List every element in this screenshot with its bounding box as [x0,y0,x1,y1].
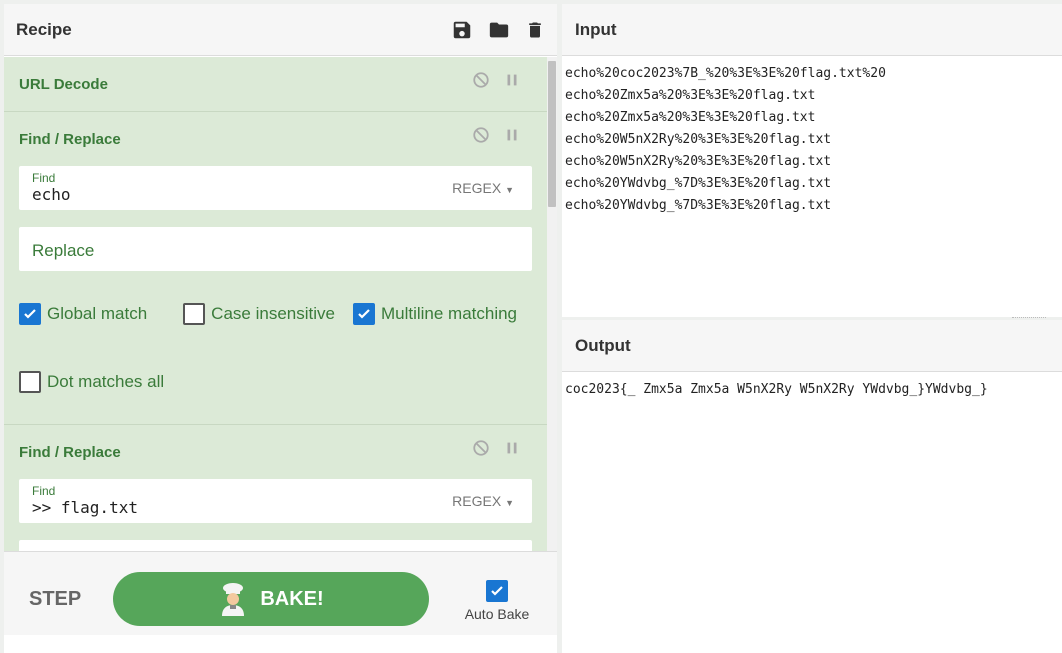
dot-matches-all-option[interactable]: Dot matches all [19,371,164,393]
save-icon[interactable] [451,19,473,41]
global-match-option[interactable]: Global match [19,303,147,325]
recipe-operations: URL Decode Find / Replace Find echo REGE… [4,57,547,551]
disable-icon[interactable] [472,126,490,149]
operation-header: Find / Replace [4,425,547,479]
operation-controls [472,71,521,94]
checkbox-checked-icon[interactable] [19,303,41,325]
recipe-title: Recipe [16,19,72,39]
find-value[interactable]: echo [32,185,71,204]
input-line: echo%20YWdvbg_%7D%3E%3E%20flag.txt [565,176,832,191]
input-line: echo%20Zmx5a%20%3E%3E%20flag.txt [565,88,816,103]
breakpoint-icon[interactable] [503,439,521,462]
input-title: Input [575,19,617,39]
recipe-toolbar [451,19,545,41]
find-label: Find [32,171,56,185]
operation-title: Find / Replace [19,130,121,148]
checkbox-unchecked-icon[interactable] [19,371,41,393]
input-line: echo%20Zmx5a%20%3E%3E%20flag.txt [565,110,816,125]
chef-icon [222,583,245,616]
recipe-panel: Recipe URL Decode Find / Replace Find ec… [4,4,557,653]
input-line: echo%20W5nX2Ry%20%3E%3E%20flag.txt [565,154,832,169]
replace-placeholder: Replace [32,241,95,260]
input-line: echo%20coc2023%7B_%20%3E%3E%20flag.txt%2… [565,66,886,81]
output-header: Output [562,320,1062,372]
trash-icon[interactable] [525,19,545,41]
input-line: echo%20YWdvbg_%7D%3E%3E%20flag.txt [565,198,832,213]
input-panel: Input echo%20coc2023%7B_%20%3E%3E%20flag… [562,4,1062,317]
find-field[interactable]: Find >> flag.txt REGEX ▼ [19,479,532,523]
recipe-header: Recipe [4,4,557,56]
find-mode-dropdown[interactable]: REGEX ▼ [452,180,514,196]
bake-bar: STEP BAKE! Auto Bake [4,551,557,635]
operation-controls [472,126,521,149]
input-textarea[interactable]: echo%20coc2023%7B_%20%3E%3E%20flag.txt%2… [562,56,1062,224]
find-label: Find [32,484,56,498]
find-field[interactable]: Find echo REGEX ▼ [19,166,532,210]
disable-icon[interactable] [472,439,490,462]
operation-controls [472,439,521,462]
operation-url-decode[interactable]: URL Decode [4,57,547,112]
operation-find-replace[interactable]: Find / Replace Find echo REGEX ▼ Replace… [4,112,547,425]
dot-matches-all-label: Dot matches all [47,372,165,391]
global-match-label: Global match [47,304,148,323]
multiline-matching-option[interactable]: Multiline matching [352,303,518,325]
cyberchef-app: Recipe URL Decode Find / Replace Find ec… [0,0,1062,653]
caret-down-icon: ▼ [505,498,514,508]
step-button[interactable]: STEP [29,588,81,611]
replace-field[interactable] [19,540,532,551]
recipe-scrollbar[interactable] [547,57,557,551]
checkbox-unchecked-icon[interactable] [183,303,206,325]
operation-title: Find / Replace [19,443,121,461]
operation-header: Find / Replace [4,112,547,166]
options-row-1: Global match Case insensitive Multiline … [4,303,547,325]
breakpoint-icon[interactable] [503,126,521,149]
caret-down-icon: ▼ [505,185,514,195]
case-insensitive-option[interactable]: Case insensitive [183,303,335,325]
case-insensitive-label: Case insensitive [211,304,335,323]
input-line: echo%20W5nX2Ry%20%3E%3E%20flag.txt [565,132,832,147]
scrollbar-thumb[interactable] [548,61,556,207]
multiline-matching-label: Multiline matching [380,304,518,323]
output-text[interactable]: coc2023{_ Zmx5a Zmx5a W5nX2Ry W5nX2Ry YW… [562,372,1062,408]
checkbox-checked-icon[interactable] [486,580,508,602]
disable-icon[interactable] [472,71,490,94]
output-title: Output [575,335,631,355]
bake-label: BAKE! [260,587,324,610]
find-mode-label: REGEX [452,180,502,196]
input-header: Input [562,4,1062,56]
operation-title: URL Decode [19,75,108,93]
operation-header: URL Decode [4,57,547,111]
find-value[interactable]: >> flag.txt [32,498,138,517]
autobake-option[interactable]: Auto Bake [462,580,532,624]
autobake-label: Auto Bake [464,606,530,622]
folder-icon[interactable] [487,19,511,41]
breakpoint-icon[interactable] [503,71,521,94]
checkbox-checked-icon[interactable] [352,303,375,325]
bake-button[interactable]: BAKE! [113,572,429,626]
find-mode-dropdown[interactable]: REGEX ▼ [452,493,514,509]
options-row-2: Dot matches all [4,371,547,393]
find-mode-label: REGEX [452,493,502,509]
output-panel: Output coc2023{_ Zmx5a Zmx5a W5nX2Ry W5n… [562,320,1062,653]
operation-find-replace[interactable]: Find / Replace Find >> flag.txt REGEX ▼ [4,425,547,551]
replace-field[interactable]: Replace [19,227,532,271]
